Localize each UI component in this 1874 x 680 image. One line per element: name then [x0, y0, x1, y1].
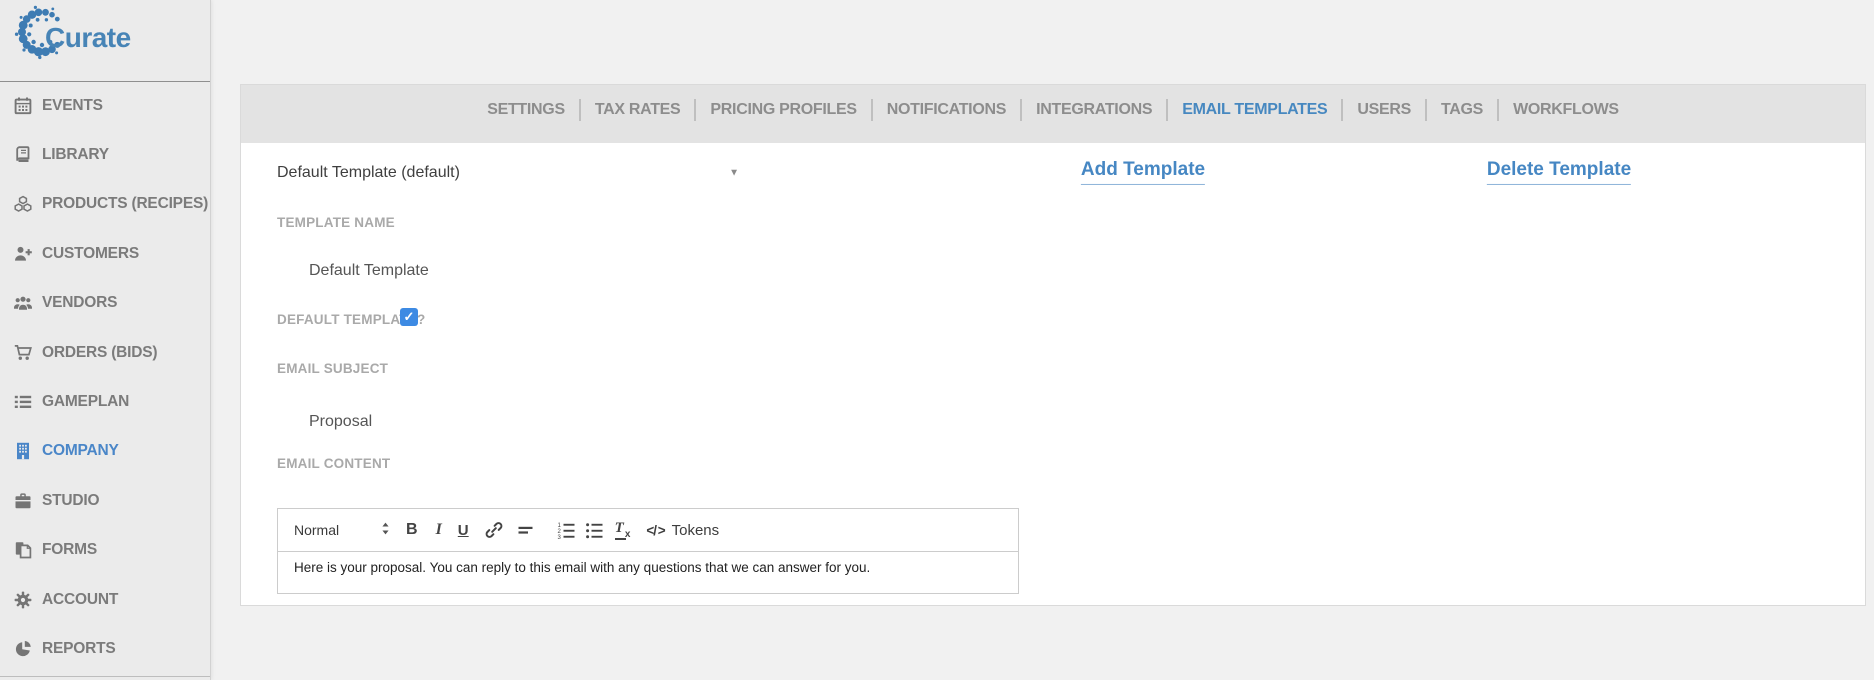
ordered-list-icon: 1 2 3: [557, 521, 575, 539]
tab-separator: [1166, 99, 1168, 121]
template-select[interactable]: Default Template (default) ▼: [277, 143, 747, 203]
sidebar-item-events[interactable]: EVENTS: [0, 81, 210, 130]
curate-logo[interactable]: Curate: [0, 0, 210, 82]
tokens-label: Tokens: [672, 522, 720, 539]
cubes-icon: [11, 195, 35, 213]
bold-button[interactable]: B: [406, 521, 418, 539]
bullet-list-icon: [585, 521, 603, 539]
sidebar-item-label: ACCOUNT: [42, 591, 118, 609]
sidebar-item-products-recipes[interactable]: PRODUCTS (RECIPES): [0, 180, 210, 229]
tab-notifications[interactable]: NOTIFICATIONS: [887, 101, 1006, 119]
sidebar-item-orders-bids[interactable]: ORDERS (BIDS): [0, 328, 210, 377]
sidebar-item-account[interactable]: ACCOUNT: [0, 575, 210, 624]
tab-separator: [1341, 99, 1343, 121]
sidebar-item-label: COMPANY: [42, 442, 119, 460]
tab-separator: [1497, 99, 1499, 121]
delete-template-link[interactable]: Delete Template: [1487, 159, 1631, 185]
link-icon: [485, 521, 503, 539]
tab-workflows[interactable]: WORKFLOWS: [1513, 101, 1619, 119]
sidebar-item-label: EVENTS: [42, 97, 103, 115]
sidebar-item-label: REPORTS: [42, 640, 116, 658]
template-select-value: Default Template (default): [277, 164, 460, 182]
sidebar-item-company[interactable]: COMPANY: [0, 427, 210, 476]
clear-format-x: x: [625, 529, 631, 540]
company-settings-panel: SETTINGS TAX RATES PRICING PROFILES NOTIFIC…: [240, 84, 1866, 606]
sidebar-item-label: GAMEPLAN: [42, 393, 129, 411]
chevron-down-icon: ▼: [729, 168, 739, 179]
ordered-list-button[interactable]: 1 2 3: [557, 521, 575, 539]
sidebar-item-vendors[interactable]: VENDORS: [0, 279, 210, 328]
sidebar-item-label: VENDORS: [42, 294, 117, 312]
updown-icon: [381, 521, 390, 539]
sidebar-item-label: ORDERS (BIDS): [42, 344, 157, 362]
sidebar-item-studio[interactable]: STUDIO: [0, 476, 210, 525]
user-plus-icon: [11, 245, 35, 263]
format-select-value: Normal: [294, 522, 339, 538]
sidebar-item-label: LIBRARY: [42, 146, 109, 164]
pie-chart-icon: [11, 640, 35, 658]
editor-content[interactable]: Here is your proposal. You can reply to …: [278, 552, 1018, 583]
sidebar: Curate EVENTS LIBRARY PRODUCTS (RECIPES) CU…: [0, 0, 211, 680]
sidebar-item-label: STUDIO: [42, 492, 99, 510]
brand-name: Curate: [45, 22, 131, 54]
align-icon: [517, 521, 535, 539]
sidebar-item-customers[interactable]: CUSTOMERS: [0, 229, 210, 278]
sidebar-item-label: PRODUCTS (RECIPES): [42, 195, 208, 213]
tab-separator: [1020, 99, 1022, 121]
link-button[interactable]: [485, 521, 503, 539]
tab-separator: [579, 99, 581, 121]
tab-tags[interactable]: TAGS: [1441, 101, 1483, 119]
tab-pricing-profiles[interactable]: PRICING PROFILES: [710, 101, 856, 119]
email-subject-field[interactable]: Proposal: [309, 413, 372, 431]
format-select[interactable]: Normal: [290, 521, 390, 539]
sidebar-item-label: CUSTOMERS: [42, 245, 139, 263]
list-icon: [11, 393, 35, 411]
email-template-form: TEMPLATE NAME Default Template DEFAULT T…: [241, 203, 1865, 605]
default-template-checkbox[interactable]: ✓: [400, 308, 418, 326]
tokens-button[interactable]: </ > Tokens: [646, 522, 719, 539]
clear-format-button[interactable]: Tx: [615, 520, 631, 540]
tab-integrations[interactable]: INTEGRATIONS: [1036, 101, 1152, 119]
align-button[interactable]: [517, 521, 535, 539]
add-template-link[interactable]: Add Template: [1081, 159, 1205, 185]
tab-separator: [871, 99, 873, 121]
gear-icon: [11, 591, 35, 609]
tab-users[interactable]: USERS: [1357, 101, 1411, 119]
template-selector-row: Default Template (default) ▼ Add Templat…: [241, 143, 1865, 204]
users-icon: [11, 294, 35, 312]
template-name-field[interactable]: Default Template: [309, 262, 429, 280]
app-root: { "brand": { "name": "Curate" }, "sideba…: [0, 0, 1874, 680]
sidebar-item-library[interactable]: LIBRARY: [0, 130, 210, 179]
sidebar-item-reports[interactable]: REPORTS: [0, 624, 210, 673]
briefcase-icon: [11, 492, 35, 510]
email-subject-label: EMAIL SUBJECT: [277, 361, 388, 376]
sidebar-item-forms[interactable]: FORMS: [0, 526, 210, 575]
cart-icon: [11, 344, 35, 362]
book-icon: [11, 146, 35, 164]
settings-tabbar: SETTINGS TAX RATES PRICING PROFILES NOTIFIC…: [241, 85, 1865, 143]
sidebar-item-gameplan[interactable]: GAMEPLAN: [0, 377, 210, 426]
tab-settings[interactable]: SETTINGS: [487, 101, 565, 119]
code-icon: </ >: [646, 523, 664, 538]
tab-separator: [1425, 99, 1427, 121]
check-icon: ✓: [404, 309, 415, 325]
forms-icon: [11, 541, 35, 559]
tab-separator: [694, 99, 696, 121]
building-icon: [11, 442, 35, 460]
calendar-icon: [11, 97, 35, 115]
tab-tax-rates[interactable]: TAX RATES: [595, 101, 681, 119]
template-name-label: TEMPLATE NAME: [277, 215, 395, 230]
email-content-editor: Normal B I U: [277, 508, 1019, 594]
svg-text:3: 3: [557, 535, 561, 539]
editor-toolbar: Normal B I U: [278, 509, 1018, 552]
email-content-label: EMAIL CONTENT: [277, 456, 390, 471]
underline-button[interactable]: U: [458, 522, 469, 539]
sidebar-item-label: FORMS: [42, 541, 97, 559]
sidebar-nav: EVENTS LIBRARY PRODUCTS (RECIPES) CUSTOMERS…: [0, 81, 210, 674]
italic-button[interactable]: I: [436, 521, 442, 539]
sidebar-bottom-divider: [0, 676, 210, 677]
bullet-list-button[interactable]: [585, 521, 603, 539]
tab-email-templates[interactable]: EMAIL TEMPLATES: [1182, 101, 1327, 119]
